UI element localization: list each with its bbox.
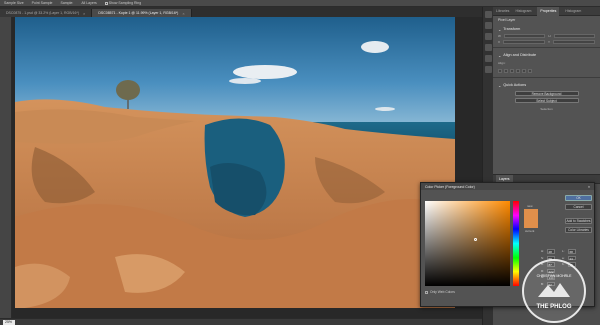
chevron-down-icon: ⌄ [498,54,502,58]
add-to-swatches-button[interactable]: Add to Swatches [565,218,592,224]
current-color-swatch[interactable] [524,219,538,228]
tab-histogram-2[interactable]: Histogram [565,9,581,13]
watermark-logo: THE PHLOG CHRISTIAN MOHRLE [522,259,586,323]
new-color-swatch [524,209,538,219]
close-icon[interactable]: × [83,11,85,16]
document-image[interactable] [15,17,455,308]
hue-slider[interactable] [513,201,519,286]
all-layers-dropdown[interactable]: All Layers [81,1,96,5]
transform-row-xy: X Y [493,39,600,45]
align-bottom-icon[interactable] [528,69,532,73]
align-label: Align: [498,61,506,65]
cancel-button[interactable]: Cancel [565,204,592,210]
panel-tabs: Libraries Histogram Properties Histogram [493,6,600,16]
options-bar: Sample Size Point Sample Sample: All Lay… [0,0,600,7]
transform-section[interactable]: ⌄ Transform [493,24,600,33]
history-icon[interactable] [484,11,492,18]
divider [493,77,600,78]
close-icon[interactable]: × [588,185,590,189]
align-right-icon[interactable] [510,69,514,73]
only-web-colors-checkbox[interactable]: Only Web Colors [425,290,455,294]
align-buttons [493,67,600,75]
current-label: current [525,229,535,233]
height-field[interactable] [553,34,596,38]
sample-size-label[interactable]: Sample Size [4,1,24,5]
hue-field[interactable]: 28 [546,249,555,254]
quick-actions-section[interactable]: ⌄ Quick Actions [493,80,600,89]
color-libraries-button[interactable]: Color Libraries [565,227,592,233]
tab-properties[interactable]: Properties [537,6,560,16]
watermark-subtext: CHRISTIAN MOHRLE [537,274,572,278]
align-left-icon[interactable] [498,69,502,73]
tab-libraries[interactable]: Libraries [496,9,509,13]
canvas-area[interactable] [12,17,482,318]
adjustments-icon[interactable] [484,44,492,51]
tools-toolbar [0,17,12,318]
tab-histogram[interactable]: Histogram [515,9,531,13]
select-subject-button[interactable]: Select Subject [514,98,579,103]
zoom-field[interactable]: 25% [3,319,15,325]
document-tab[interactable]: DSC0875 - 1.psd @ 33.2% (Layer 1, RGB/16… [0,9,93,17]
checkbox-icon [104,1,108,5]
landscape-photo [15,17,455,308]
document-tab-active[interactable]: DSC08571 - Kopie 1 @ 11.99% (Layer 1, RG… [92,9,192,17]
checkbox-icon [425,290,428,294]
paragraph-icon[interactable] [484,55,492,62]
align-center-icon[interactable] [504,69,508,73]
selection-link[interactable]: Selection [493,105,600,113]
watermark-text: THE PHLOG [536,304,571,310]
align-top-icon[interactable] [516,69,520,73]
chevron-down-icon: ⌄ [498,84,502,88]
document-tab-bar: DSC0875 - 1.psd @ 33.2% (Layer 1, RGB/16… [0,7,482,17]
point-sample-dropdown[interactable]: Point Sample [32,1,53,5]
align-section[interactable]: ⌄ Align and Distribute [493,50,600,59]
align-middle-icon[interactable] [522,69,526,73]
character-icon[interactable] [484,66,492,73]
chevron-down-icon: ⌄ [498,28,502,32]
ok-button[interactable]: OK [565,195,592,201]
pixel-layer-label: Pixel Layer [498,18,516,22]
new-label: new [527,204,533,208]
saturation-brightness-field[interactable] [425,201,510,286]
remove-background-button[interactable]: Remove Background [514,91,579,96]
x-field[interactable] [503,40,545,44]
brush-icon[interactable] [484,22,492,29]
phlog-logo-icon: THE PHLOG CHRISTIAN MOHRLE [536,274,572,310]
swatches-icon[interactable] [484,33,492,40]
show-sampling-ring-checkbox[interactable]: Show Sampling Ring [104,1,141,5]
status-bar: 25% [0,318,482,325]
width-field[interactable] [503,34,546,38]
dialog-title: Color Picker (Foreground Color) [425,184,475,189]
tab-label: DSC0875 - 1.psd @ 33.2% (Layer 1, RGB/16… [6,11,80,15]
sample-label: Sample: [60,1,74,5]
tab-label: DSC08571 - Kopie 1 @ 11.99% (Layer 1, RG… [98,11,179,15]
color-cursor[interactable] [474,238,477,241]
close-icon[interactable]: × [182,11,184,16]
dialog-titlebar: Color Picker (Foreground Color) × [421,183,594,190]
l-field[interactable]: 68 [567,249,576,254]
divider [493,47,600,48]
y-field[interactable] [553,40,595,44]
a-field[interactable]: 24 [567,255,576,260]
